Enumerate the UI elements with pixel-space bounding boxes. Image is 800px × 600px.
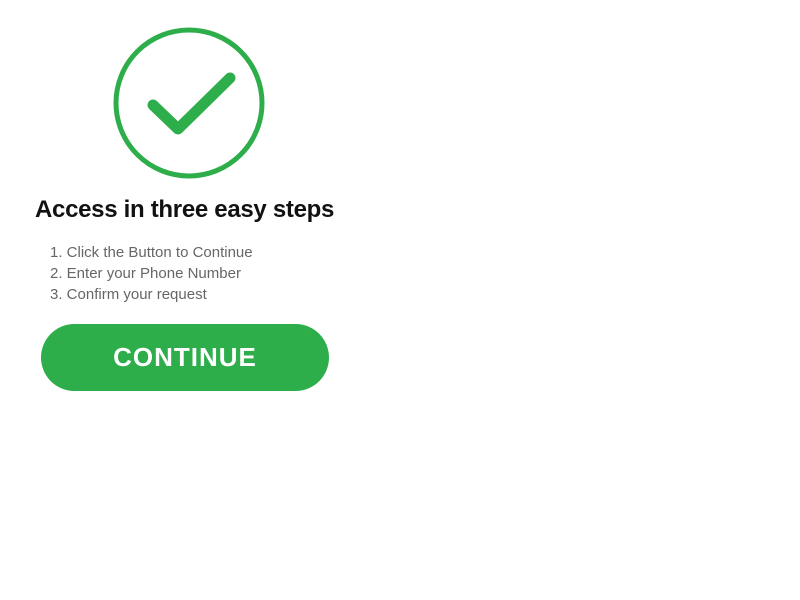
- check-circle-icon: [111, 25, 267, 181]
- page: Access in three easy steps 1. Click the …: [0, 0, 800, 600]
- continue-button[interactable]: CONTINUE: [41, 324, 329, 391]
- step-item-1: 1. Click the Button to Continue: [50, 244, 253, 261]
- steps-list: 1. Click the Button to Continue 2. Enter…: [50, 242, 253, 305]
- step-item-2: 2. Enter your Phone Number: [50, 265, 241, 282]
- page-title: Access in three easy steps: [35, 196, 335, 223]
- step-item-3: 3. Confirm your request: [50, 286, 207, 303]
